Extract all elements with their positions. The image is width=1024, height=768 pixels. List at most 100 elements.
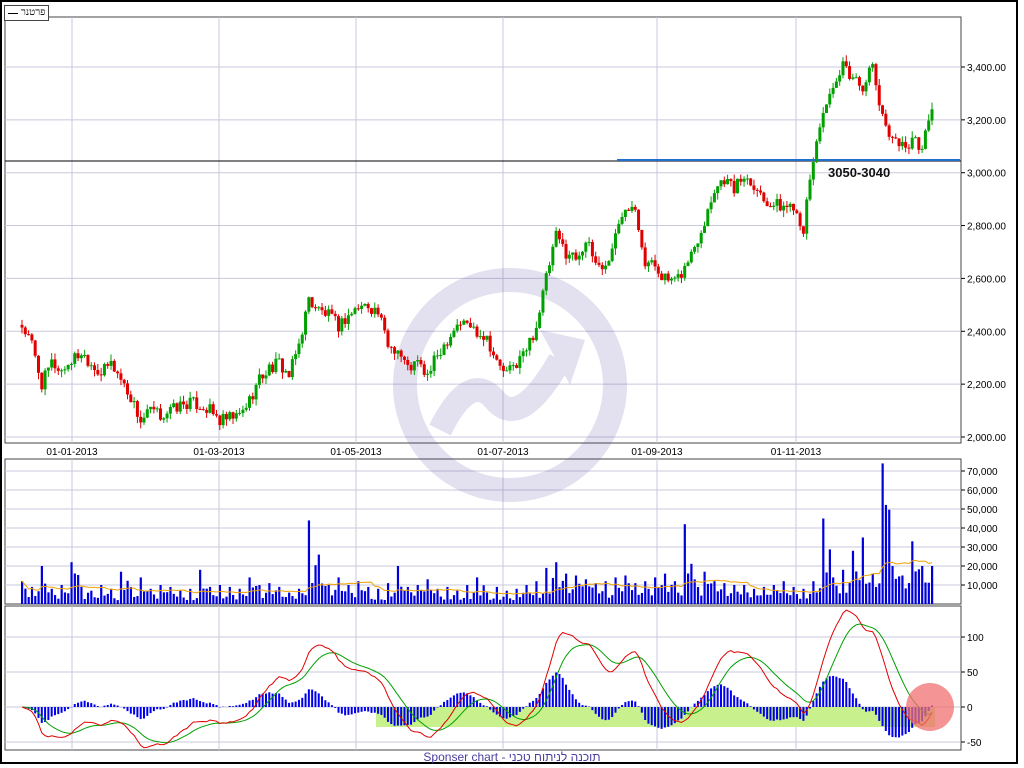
- volume-bar: [739, 594, 742, 604]
- candle-body: [175, 403, 179, 412]
- volume-bar: [423, 591, 426, 604]
- macd-histogram-bar: [874, 707, 877, 715]
- candle-body: [848, 66, 852, 79]
- candle-body: [139, 416, 143, 423]
- volume-bar: [881, 463, 884, 604]
- volume-bar: [218, 585, 222, 604]
- volume-bar: [825, 572, 828, 604]
- volume-bar: [476, 577, 479, 604]
- macd-histogram-bar: [251, 699, 254, 707]
- macd-histogram-bar: [146, 707, 149, 716]
- macd-histogram-bar: [647, 707, 650, 724]
- candle-body: [518, 356, 522, 368]
- candle-body: [406, 359, 410, 365]
- volume-bar: [350, 592, 353, 604]
- candle-body: [643, 247, 647, 267]
- candle-body: [76, 353, 80, 359]
- macd-histogram-bar: [604, 707, 607, 721]
- candle-body: [897, 138, 901, 147]
- volume-bar: [924, 582, 927, 604]
- volume-bar: [70, 562, 73, 604]
- volume-bar: [24, 588, 27, 604]
- volume-bar: [400, 586, 403, 604]
- volume-bar: [713, 581, 716, 604]
- macd-histogram-bar: [482, 705, 485, 707]
- macd-histogram-bar: [380, 707, 383, 715]
- volume-bar: [83, 598, 86, 604]
- volume-bar: [386, 583, 390, 604]
- volume-bar: [357, 581, 360, 604]
- volume-bar: [871, 573, 874, 604]
- volume-bar: [162, 592, 165, 604]
- candle-body: [887, 125, 891, 137]
- candle-body: [818, 127, 822, 142]
- volume-bar: [426, 579, 429, 604]
- volume-bar: [703, 571, 706, 604]
- volume-bar: [472, 592, 475, 604]
- macd-histogram-bar: [607, 707, 610, 720]
- volume-bar: [785, 593, 789, 604]
- candle: [541, 288, 545, 316]
- volume-bar: [238, 588, 241, 604]
- candle-body: [40, 372, 44, 390]
- volume-bar: [77, 574, 80, 604]
- candle-body: [386, 330, 390, 347]
- volume-bar: [166, 592, 169, 604]
- macd-histogram-bar: [179, 700, 182, 707]
- candle-body: [439, 354, 443, 356]
- macd-histogram-bar: [551, 675, 554, 707]
- macd-histogram-bar: [624, 702, 627, 707]
- volume-bar: [673, 581, 677, 604]
- macd-histogram-bar: [63, 707, 66, 712]
- volume-bar: [776, 589, 779, 604]
- volume-bar: [779, 593, 782, 604]
- candle-body: [96, 370, 100, 375]
- volume-bar: [396, 566, 400, 604]
- candle-body: [350, 313, 354, 316]
- macd-histogram-bar: [212, 704, 215, 707]
- macd-histogram-bar: [258, 694, 261, 707]
- candle-body: [930, 109, 934, 121]
- volume-bar: [416, 585, 419, 604]
- volume-bar: [169, 586, 172, 604]
- macd-histogram-bar: [413, 707, 416, 723]
- candle-body: [462, 320, 466, 325]
- volume-bar: [492, 598, 495, 604]
- candle-body: [267, 364, 271, 376]
- candle-body: [20, 324, 24, 328]
- macd-histogram-bar: [284, 699, 287, 707]
- candle-body: [834, 81, 838, 88]
- chart-canvas[interactable]: 01-01-2013 01-03-2013 01-05-2013 01-07-2013…: [0, 0, 1024, 768]
- candle-body: [894, 137, 898, 139]
- candle-body: [861, 85, 865, 92]
- macd-histogram-bar: [67, 707, 70, 710]
- candle-body: [60, 370, 64, 372]
- candle-body: [218, 415, 222, 426]
- macd-histogram-bar: [327, 702, 330, 707]
- volume-bar: [683, 524, 686, 604]
- volume-bar: [861, 537, 864, 604]
- candle-body: [106, 364, 110, 366]
- volume-bar: [90, 590, 93, 604]
- volume-bar: [719, 589, 723, 604]
- macd-histogram-bar: [462, 692, 465, 707]
- volume-bar: [30, 586, 34, 604]
- candle-body: [709, 202, 713, 210]
- candle-body: [93, 365, 97, 371]
- macd-histogram-bar: [106, 704, 109, 707]
- volume-bar: [855, 571, 858, 604]
- macd-histogram-bar: [93, 704, 96, 707]
- price-tick-label: 3,200.00: [967, 116, 1006, 127]
- candle-body: [277, 358, 281, 360]
- volume-bar: [657, 587, 660, 604]
- macd-histogram-bar: [855, 698, 858, 707]
- macd-histogram-bar: [126, 707, 129, 712]
- candle-body: [900, 141, 904, 147]
- macd-histogram-bar: [733, 695, 736, 707]
- volume-bar: [667, 591, 670, 604]
- candle-body: [874, 64, 878, 86]
- volume-bar: [522, 592, 525, 604]
- macd-histogram-bar: [865, 707, 868, 712]
- candle-body: [455, 324, 459, 331]
- volume-bar: [848, 582, 851, 604]
